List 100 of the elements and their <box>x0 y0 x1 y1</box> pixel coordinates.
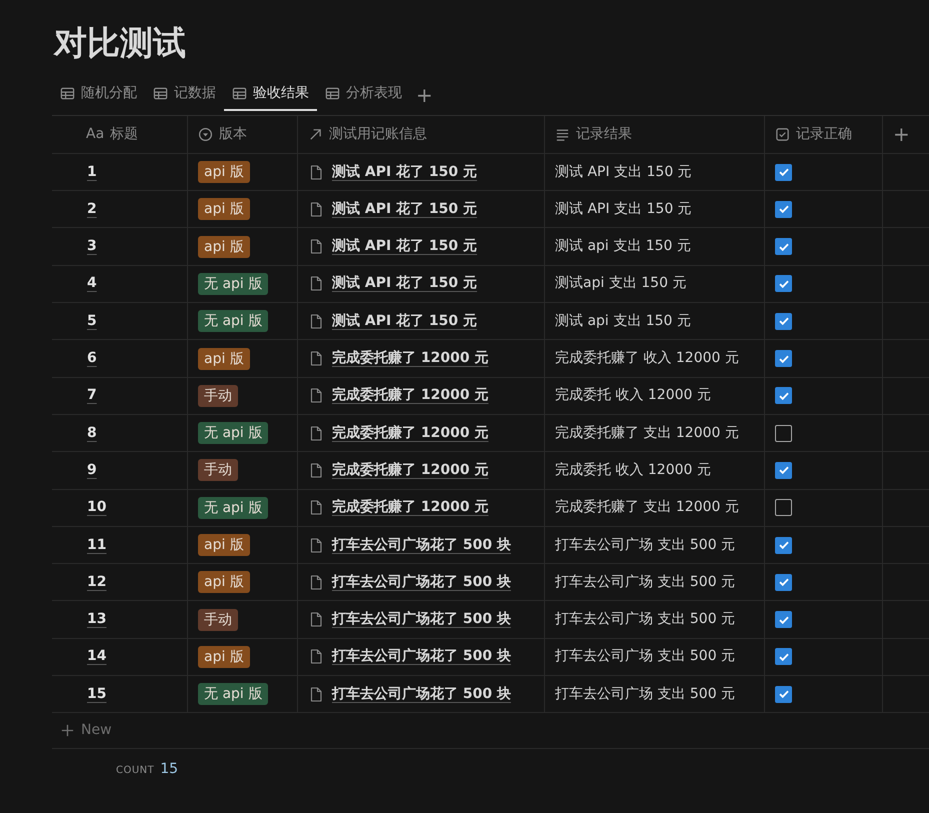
checkbox[interactable] <box>775 462 792 479</box>
row-title-link[interactable]: 13 <box>62 609 106 630</box>
select-icon <box>198 126 213 142</box>
checkbox[interactable] <box>775 350 792 368</box>
table-cell-text: 打车去公司广场 支出 500 元 <box>555 647 736 666</box>
table-icon <box>232 86 247 102</box>
view-tab[interactable]: 验收结果 <box>224 78 317 111</box>
text-lines-icon <box>555 126 570 142</box>
checkmark-icon <box>778 166 790 178</box>
column-header[interactable]: 版本 <box>187 116 297 153</box>
checkbox[interactable] <box>775 200 792 218</box>
row-title-link[interactable]: 2 <box>62 198 97 220</box>
document-icon <box>308 275 324 292</box>
relation-link[interactable]: 完成委托赚了 12000 元 <box>332 348 488 370</box>
checkbox[interactable] <box>775 686 792 703</box>
checkmark-icon <box>778 539 790 551</box>
relation-link[interactable]: 打车去公司广场花了 500 块 <box>332 609 511 630</box>
version-tag: api 版 <box>198 198 250 220</box>
relation-link[interactable]: 打车去公司广场花了 500 块 <box>332 572 511 593</box>
checkmark-icon <box>778 688 790 700</box>
row-title-link[interactable]: 9 <box>62 460 97 481</box>
table-cell-text: 打车去公司广场 支出 500 元 <box>555 572 736 592</box>
row-title-link[interactable]: 12 <box>62 572 106 593</box>
view-tab[interactable]: 分析表现 <box>317 78 410 111</box>
version-tag: api 版 <box>198 646 250 668</box>
version-tag: 手动 <box>198 384 238 407</box>
document-icon <box>308 686 324 703</box>
table-cell-text: 打车去公司广场 支出 500 元 <box>555 536 736 554</box>
checkbox[interactable] <box>775 387 792 404</box>
checkbox[interactable] <box>775 574 792 591</box>
row-title-link[interactable]: 1 <box>62 162 97 183</box>
table-cell-text: 完成委托 收入 12000 元 <box>555 386 711 406</box>
relation-link[interactable]: 完成委托赚了 12000 元 <box>332 497 488 518</box>
relation-link[interactable]: 测试 API 花了 150 元 <box>332 198 478 220</box>
relation-link[interactable]: 完成委托赚了 12000 元 <box>332 422 488 444</box>
relation-link[interactable]: 打车去公司广场花了 500 块 <box>332 646 511 668</box>
checkbox[interactable] <box>775 238 792 256</box>
document-icon <box>308 200 324 218</box>
table-cell-text: 完成委托 收入 12000 元 <box>555 460 711 480</box>
row-title-link[interactable]: 3 <box>62 236 97 258</box>
row-title-link[interactable]: 6 <box>62 348 97 370</box>
version-tag: 手动 <box>198 608 238 631</box>
add-column-button[interactable]: + <box>883 116 929 152</box>
document-icon <box>308 611 324 628</box>
row-title-link[interactable]: 8 <box>62 422 97 444</box>
view-tab[interactable]: 随机分配 <box>52 78 145 111</box>
row-title-link[interactable]: 14 <box>62 646 106 668</box>
relation-link[interactable]: 测试 API 花了 150 元 <box>332 236 478 258</box>
document-icon <box>308 462 324 479</box>
checkbox[interactable] <box>775 648 792 666</box>
document-icon <box>308 164 324 181</box>
checkbox[interactable] <box>775 164 792 181</box>
text-type-icon: Aa <box>86 124 104 145</box>
relation-link[interactable]: 完成委托赚了 12000 元 <box>332 385 488 406</box>
document-icon <box>308 238 324 256</box>
table-icon <box>60 86 75 102</box>
checkmark-icon <box>778 315 790 328</box>
column-header[interactable]: 记录正确 <box>764 116 883 153</box>
row-title-link[interactable]: 10 <box>62 497 106 518</box>
table-cell-text: 完成委托赚了 支出 12000 元 <box>555 424 739 443</box>
checkbox[interactable] <box>775 424 792 442</box>
relation-link[interactable]: 测试 API 花了 150 元 <box>332 273 478 294</box>
version-tag: api 版 <box>198 571 250 594</box>
row-title-link[interactable]: 4 <box>62 273 97 294</box>
checkbox[interactable] <box>775 611 792 628</box>
row-title-link[interactable]: 7 <box>62 385 97 406</box>
document-icon <box>308 350 324 368</box>
checkbox[interactable] <box>775 275 792 292</box>
document-icon <box>308 424 324 442</box>
relation-link[interactable]: 测试 API 花了 150 元 <box>332 310 478 332</box>
table-cell-text: 测试 API 支出 150 元 <box>555 200 692 219</box>
checkbox-icon <box>775 126 790 142</box>
view-tab[interactable]: 记数据 <box>145 78 224 111</box>
column-header[interactable]: Aa 标题 <box>52 116 187 153</box>
relation-link[interactable]: 打车去公司广场花了 500 块 <box>332 684 511 705</box>
document-icon <box>308 648 324 666</box>
version-tag: api 版 <box>198 534 250 556</box>
row-title-link[interactable]: 5 <box>62 310 97 332</box>
checkbox[interactable] <box>775 499 792 516</box>
table-cell-text: 测试 api 支出 150 元 <box>555 237 691 256</box>
checkbox[interactable] <box>775 536 792 554</box>
document-icon <box>308 574 324 591</box>
relation-link[interactable]: 完成委托赚了 12000 元 <box>332 460 488 481</box>
column-header[interactable]: 测试用记账信息 <box>297 116 544 153</box>
row-title-link[interactable]: 11 <box>62 534 106 556</box>
document-icon <box>308 499 324 516</box>
table-cell-text: 完成委托赚了 收入 12000 元 <box>555 349 739 368</box>
new-row-button[interactable]: New <box>52 713 929 750</box>
checkbox[interactable] <box>775 312 792 330</box>
row-title-link[interactable]: 15 <box>62 684 106 705</box>
add-view-button[interactable]: + <box>410 78 439 111</box>
table-cell-text: 打车去公司广场 支出 500 元 <box>555 684 736 704</box>
column-header[interactable]: 记录结果 <box>544 116 764 153</box>
relation-link[interactable]: 打车去公司广场花了 500 块 <box>332 534 511 556</box>
table-cell-text: 完成委托赚了 支出 12000 元 <box>555 498 739 518</box>
version-tag: 无 api 版 <box>198 683 268 706</box>
version-tag: api 版 <box>198 348 250 370</box>
version-tag: 手动 <box>198 459 238 482</box>
relation-link[interactable]: 测试 API 花了 150 元 <box>332 162 478 183</box>
checkmark-icon <box>778 203 790 216</box>
